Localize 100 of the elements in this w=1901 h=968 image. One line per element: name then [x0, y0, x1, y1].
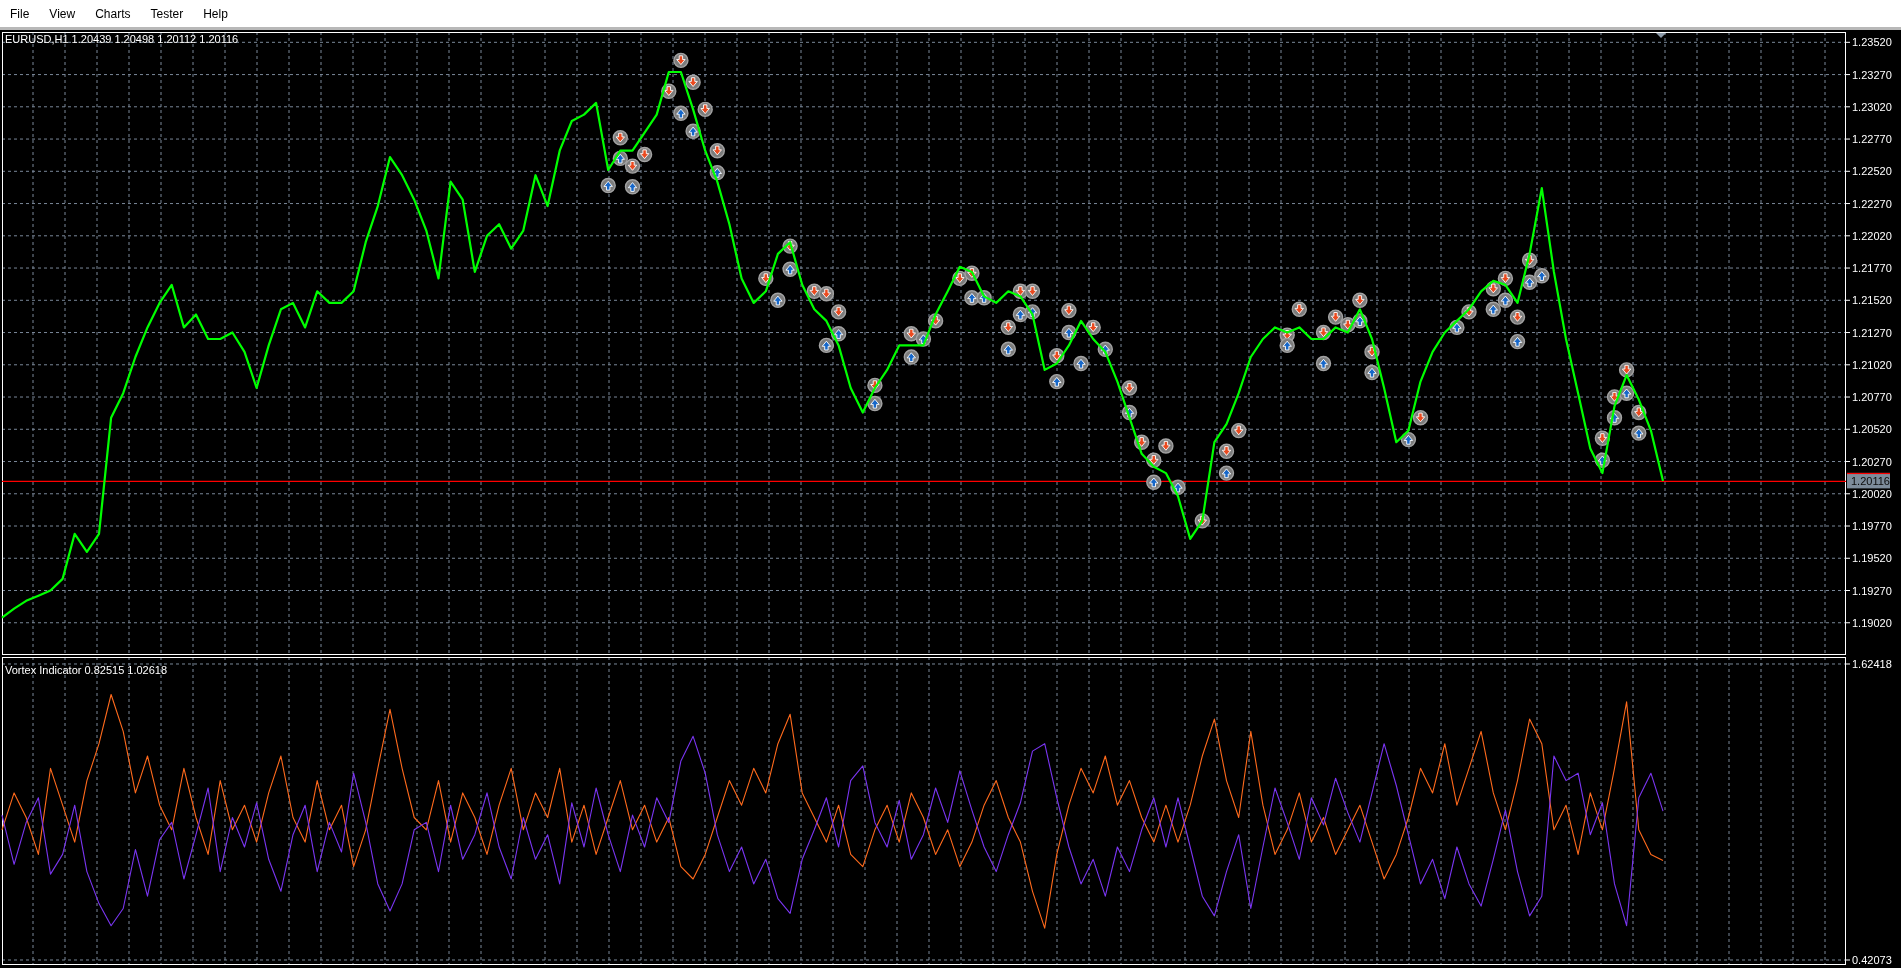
- up-arrow-icon: [1024, 304, 1041, 320]
- down-arrow-icon: [1521, 252, 1538, 268]
- up-arrow-icon: [1073, 355, 1089, 372]
- indicator-axis-label: 1.62418: [1852, 658, 1892, 670]
- up-arrow-icon: [1449, 319, 1465, 336]
- price-axis-label: 1.20270: [1852, 455, 1892, 468]
- down-arrow-icon: [782, 238, 798, 254]
- up-arrow-icon: [1049, 373, 1065, 390]
- down-arrow-icon: [673, 52, 689, 69]
- price-axis-label: 1.23020: [1852, 100, 1892, 113]
- up-arrow-icon: [782, 261, 798, 277]
- triangle-marker-icon: [1656, 33, 1666, 38]
- down-arrow-icon: [709, 143, 725, 159]
- up-arrow-icon: [1509, 333, 1526, 350]
- down-arrow-icon: [758, 270, 774, 287]
- price-axis-label: 1.19520: [1852, 552, 1892, 565]
- up-arrow-icon: [673, 105, 689, 121]
- ref-line-label: 1.20116: [1851, 474, 1890, 487]
- up-arrow-icon: [709, 164, 725, 181]
- menu-item[interactable]: View: [39, 2, 86, 25]
- price-axis-label: 1.20020: [1852, 487, 1892, 500]
- down-arrow-icon: [661, 83, 677, 99]
- indicator-axis-label: 0.42073: [1852, 954, 1892, 966]
- down-arrow-icon: [1461, 304, 1477, 320]
- menu-item[interactable]: Tester: [140, 2, 194, 25]
- up-arrow-icon: [1631, 425, 1647, 441]
- price-axis-label: 1.22020: [1852, 229, 1892, 242]
- down-arrow-icon: [1352, 292, 1368, 308]
- menu-item[interactable]: File: [0, 2, 40, 25]
- up-arrow-icon: [903, 349, 919, 365]
- up-arrow-icon: [624, 179, 641, 195]
- price-axis-label: 1.19270: [1852, 584, 1892, 597]
- chart-title: EURUSD,H1 1.20439 1.20498 1.20112 1.20116: [5, 33, 239, 45]
- price-axis-label: 1.19770: [1852, 520, 1892, 532]
- up-arrow-icon: [1000, 341, 1016, 357]
- up-arrow-icon: [1485, 301, 1501, 317]
- price-axis-label: 1.20520: [1852, 423, 1892, 436]
- price-axis-label: 1.22270: [1852, 197, 1892, 210]
- up-arrow-icon: [867, 395, 883, 412]
- up-arrow-icon: [1061, 324, 1077, 341]
- down-arrow-icon: [1024, 283, 1041, 299]
- down-arrow-icon: [1315, 324, 1332, 341]
- down-arrow-icon: [1364, 344, 1380, 360]
- current-price-tag: 1.20116: [1847, 472, 1890, 489]
- down-arrow-icon: [1618, 362, 1635, 378]
- up-arrow-icon: [1121, 404, 1138, 421]
- down-arrow-icon: [1049, 348, 1065, 364]
- down-arrow-icon: [964, 265, 980, 281]
- down-arrow-icon: [1158, 438, 1174, 454]
- up-arrow-icon: [964, 290, 980, 306]
- down-arrow-icon: [818, 286, 835, 302]
- up-arrow-icon: [1279, 337, 1295, 354]
- down-arrow-icon: [1497, 270, 1514, 287]
- price-axis-label: 1.21520: [1852, 294, 1892, 307]
- price-axis-label: 1.19020: [1852, 616, 1892, 629]
- down-arrow-icon: [612, 130, 628, 146]
- up-arrow-icon: [770, 292, 786, 308]
- down-arrow-icon: [1412, 410, 1429, 426]
- up-arrow-icon: [1606, 410, 1623, 426]
- up-arrow-icon: [1400, 431, 1417, 448]
- up-arrow-icon: [818, 337, 835, 354]
- up-arrow-icon: [1497, 292, 1514, 308]
- down-arrow-icon: [1000, 319, 1016, 336]
- indicator-title: Vortex Indicator 0.82515 1.02618: [5, 664, 168, 676]
- menu-item[interactable]: Help: [193, 2, 238, 25]
- down-arrow-icon: [927, 313, 944, 329]
- price-axis-label: 1.21770: [1852, 262, 1892, 275]
- down-arrow-icon: [1218, 443, 1235, 459]
- down-arrow-icon: [1121, 380, 1138, 396]
- down-arrow-icon: [1327, 309, 1344, 325]
- price-axis-label: 1.21270: [1852, 326, 1892, 339]
- down-arrow-icon: [1146, 452, 1162, 468]
- price-axis-label: 1.20770: [1852, 391, 1892, 404]
- price-axis-label: 1.22770: [1852, 133, 1892, 146]
- down-arrow-icon: [1631, 404, 1647, 421]
- up-arrow-icon: [830, 326, 847, 342]
- up-arrow-icon: [1594, 452, 1611, 468]
- up-arrow-icon: [1364, 364, 1380, 381]
- up-arrow-icon: [1170, 479, 1186, 495]
- down-arrow-icon: [830, 304, 847, 320]
- price-axis-label: 1.23520: [1852, 36, 1892, 49]
- price-axis-label: 1.22520: [1852, 165, 1892, 178]
- up-arrow-icon: [1097, 341, 1113, 357]
- down-arrow-icon: [1509, 309, 1526, 325]
- down-arrow-icon: [867, 377, 883, 394]
- down-arrow-icon: [636, 146, 653, 163]
- down-arrow-icon: [685, 74, 701, 90]
- up-arrow-icon: [1146, 474, 1162, 490]
- up-arrow-icon: [685, 123, 701, 139]
- up-arrow-icon: [976, 290, 992, 306]
- price-axis-label: 1.21020: [1852, 358, 1892, 371]
- down-arrow-icon: [1194, 513, 1210, 529]
- down-arrow-icon: [1085, 319, 1101, 336]
- down-arrow-icon: [1485, 281, 1501, 297]
- down-arrow-icon: [1134, 434, 1150, 450]
- down-arrow-icon: [1061, 302, 1077, 319]
- price-axis-label: 1.23270: [1852, 68, 1892, 81]
- menu-item[interactable]: Charts: [85, 2, 141, 25]
- up-arrow-icon: [1315, 355, 1332, 372]
- up-arrow-icon: [1352, 313, 1368, 329]
